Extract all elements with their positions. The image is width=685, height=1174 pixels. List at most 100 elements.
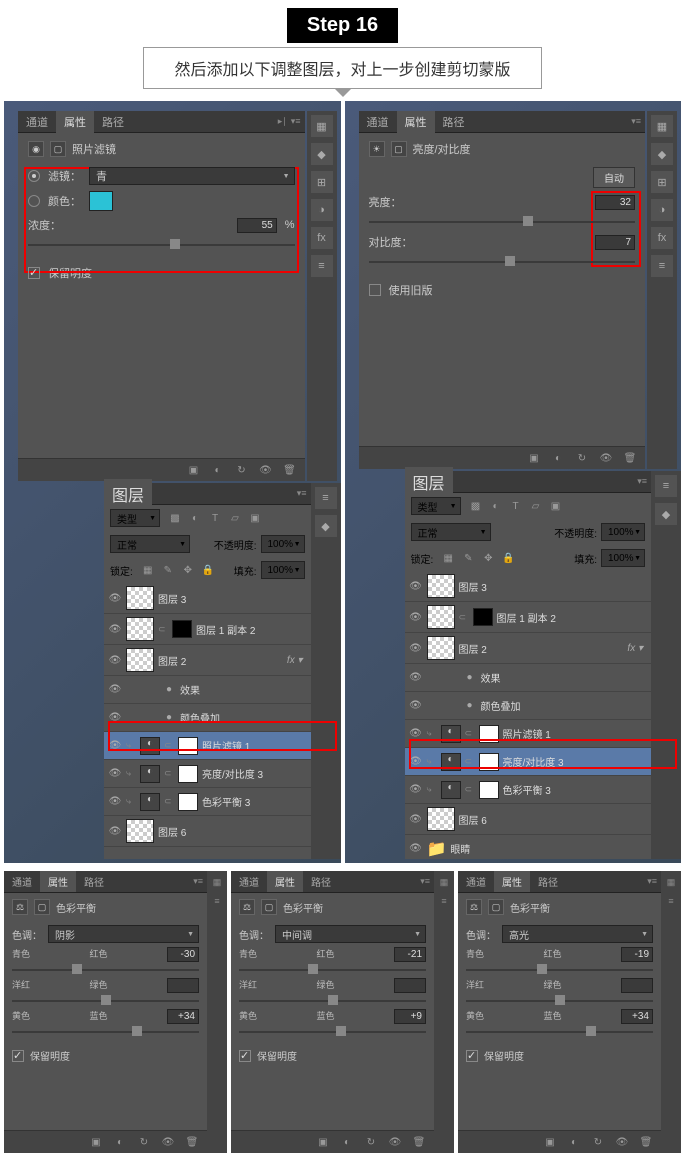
cb-slider[interactable] <box>12 995 199 1007</box>
layer-thumb[interactable] <box>126 586 154 610</box>
tab-path[interactable]: 路径 <box>94 111 132 133</box>
layer-row[interactable]: 👁⤷◐⊂色彩平衡 3 <box>405 776 652 804</box>
opacity-input[interactable]: 100% <box>601 523 645 541</box>
tab-channel[interactable]: 通道 <box>4 871 40 892</box>
tab-path[interactable]: 路径 <box>530 871 566 892</box>
lock-all-icon[interactable]: 🔒 <box>201 563 215 577</box>
prev-icon[interactable]: ◐ <box>340 1135 354 1149</box>
tab-channel[interactable]: 通道 <box>231 871 267 892</box>
eye-icon[interactable]: 👁 <box>615 1135 629 1149</box>
lock-icon[interactable]: 🔒 <box>501 551 515 565</box>
prev-state-icon[interactable]: ◐ <box>551 451 565 465</box>
tab-path[interactable]: 路径 <box>76 871 112 892</box>
tool-icon[interactable]: ▦ <box>440 877 449 888</box>
legacy-checkbox[interactable] <box>369 284 381 296</box>
lock-trans-icon[interactable]: ▦ <box>141 563 155 577</box>
visibility-icon[interactable]: 👁 <box>409 612 423 623</box>
lock-icon[interactable]: ✥ <box>481 551 495 565</box>
filter-icon[interactable]: ▩ <box>469 499 483 513</box>
filter-type-icon[interactable]: T <box>208 511 222 525</box>
layer-thumb[interactable] <box>427 574 455 598</box>
lock-icon[interactable]: ✎ <box>461 551 475 565</box>
lock-paint-icon[interactable]: ✎ <box>161 563 175 577</box>
filter-adj-icon[interactable]: ◐ <box>188 511 202 525</box>
panel-menu-icon[interactable]: ▾≡ <box>420 876 430 887</box>
blend-mode-select[interactable]: 正常 <box>411 523 491 541</box>
trash-icon[interactable]: 🗑 <box>185 1135 199 1149</box>
tool-icon[interactable]: ▦ <box>311 115 333 137</box>
preserve-lum-checkbox[interactable] <box>239 1050 251 1062</box>
prev-state-icon[interactable]: ◐ <box>211 463 225 477</box>
panel-menu-icon[interactable]: ▾≡ <box>637 476 647 487</box>
tool-icon[interactable]: ≡ <box>651 255 673 277</box>
tool-icon[interactable]: ◑ <box>651 199 673 221</box>
preserve-lum-checkbox[interactable] <box>466 1050 478 1062</box>
trash-icon[interactable]: 🗑 <box>283 463 297 477</box>
visibility-icon[interactable]: 👁 <box>409 728 423 739</box>
trash-icon[interactable]: 🗑 <box>639 1135 653 1149</box>
mask-icon[interactable]: ▢ <box>391 141 407 157</box>
tool-icon[interactable]: ◑ <box>311 199 333 221</box>
visibility-icon[interactable]: 👁 <box>409 643 423 654</box>
clip-icon[interactable]: ▣ <box>527 451 541 465</box>
lock-move-icon[interactable]: ✥ <box>181 563 195 577</box>
tab-channel[interactable]: 通道 <box>458 871 494 892</box>
visibility-icon[interactable]: 👁 <box>108 593 122 604</box>
visibility-icon[interactable]: 👁 <box>108 826 122 837</box>
panel-menu-icon[interactable]: ▾≡ <box>647 876 657 887</box>
reset-icon[interactable]: ↻ <box>364 1135 378 1149</box>
visibility-icon[interactable]: 👁 <box>108 655 122 666</box>
tool-icon[interactable]: ◆ <box>651 143 673 165</box>
panel-menu-icon[interactable]: ▾≡ <box>297 488 307 499</box>
cb-value-input[interactable] <box>167 978 199 993</box>
lock-icon[interactable]: ▦ <box>441 551 455 565</box>
layer-row[interactable]: 👁⊂图层 1 副本 2 <box>405 602 652 633</box>
layer-row[interactable]: 👁●颜色叠加 <box>405 692 652 720</box>
cb-slider[interactable] <box>466 964 653 976</box>
mask-thumb[interactable] <box>178 765 198 783</box>
cb-value-input[interactable] <box>394 978 426 993</box>
cb-slider[interactable] <box>466 1026 653 1038</box>
layer-row[interactable]: 👁图层 2fx ▾ <box>104 645 311 676</box>
cb-value-input[interactable] <box>621 947 653 962</box>
blend-mode-select[interactable]: 正常 <box>110 535 190 553</box>
visibility-icon[interactable]: 👁 <box>108 768 122 779</box>
tool-icon[interactable]: ▦ <box>213 877 222 888</box>
contrast-slider[interactable] <box>369 256 636 268</box>
cb-slider[interactable] <box>239 964 426 976</box>
tab-properties[interactable]: 属性 <box>494 871 530 892</box>
mask-thumb[interactable] <box>172 620 192 638</box>
cb-value-input[interactable] <box>167 947 199 962</box>
fx-badge[interactable]: fx ▾ <box>627 643 647 654</box>
layer-row[interactable]: 👁⤷◐⊂亮度/对比度 3 <box>104 760 311 788</box>
tab-path[interactable]: 路径 <box>435 111 473 133</box>
cb-slider[interactable] <box>239 995 426 1007</box>
filter-icon[interactable]: ▱ <box>529 499 543 513</box>
tab-layers[interactable]: 图层 <box>405 467 453 497</box>
fill-input[interactable]: 100% <box>601 549 645 567</box>
preserve-lum-checkbox[interactable] <box>28 267 40 279</box>
tool-icon[interactable]: ◆ <box>655 503 677 525</box>
visibility-icon[interactable]: 👁 <box>259 463 273 477</box>
mask-icon[interactable]: ▢ <box>261 899 277 915</box>
visibility-icon[interactable]: 👁 <box>108 796 122 807</box>
filter-icon[interactable]: T <box>509 499 523 513</box>
filter-icon[interactable]: ▣ <box>549 499 563 513</box>
layer-thumb[interactable] <box>427 807 455 831</box>
tool-icon[interactable]: ≡ <box>214 896 219 906</box>
layer-row[interactable]: 👁📁眼睛 <box>405 835 652 859</box>
prev-icon[interactable]: ◐ <box>567 1135 581 1149</box>
cb-value-input[interactable] <box>394 1009 426 1024</box>
clip-icon[interactable]: ▣ <box>543 1135 557 1149</box>
tab-layers[interactable]: 图层 <box>104 479 152 509</box>
layer-row[interactable]: 👁图层 3 <box>405 571 652 602</box>
tab-properties[interactable]: 属性 <box>40 871 76 892</box>
layer-row[interactable]: 👁⊂图层 1 副本 2 <box>104 614 311 645</box>
layer-thumb[interactable] <box>126 648 154 672</box>
cb-value-input[interactable] <box>394 947 426 962</box>
tab-properties[interactable]: 属性 <box>397 111 435 133</box>
opacity-input[interactable]: 100% <box>261 535 305 553</box>
cb-slider[interactable] <box>466 995 653 1007</box>
eye-icon[interactable]: 👁 <box>161 1135 175 1149</box>
filter-pixel-icon[interactable]: ▩ <box>168 511 182 525</box>
